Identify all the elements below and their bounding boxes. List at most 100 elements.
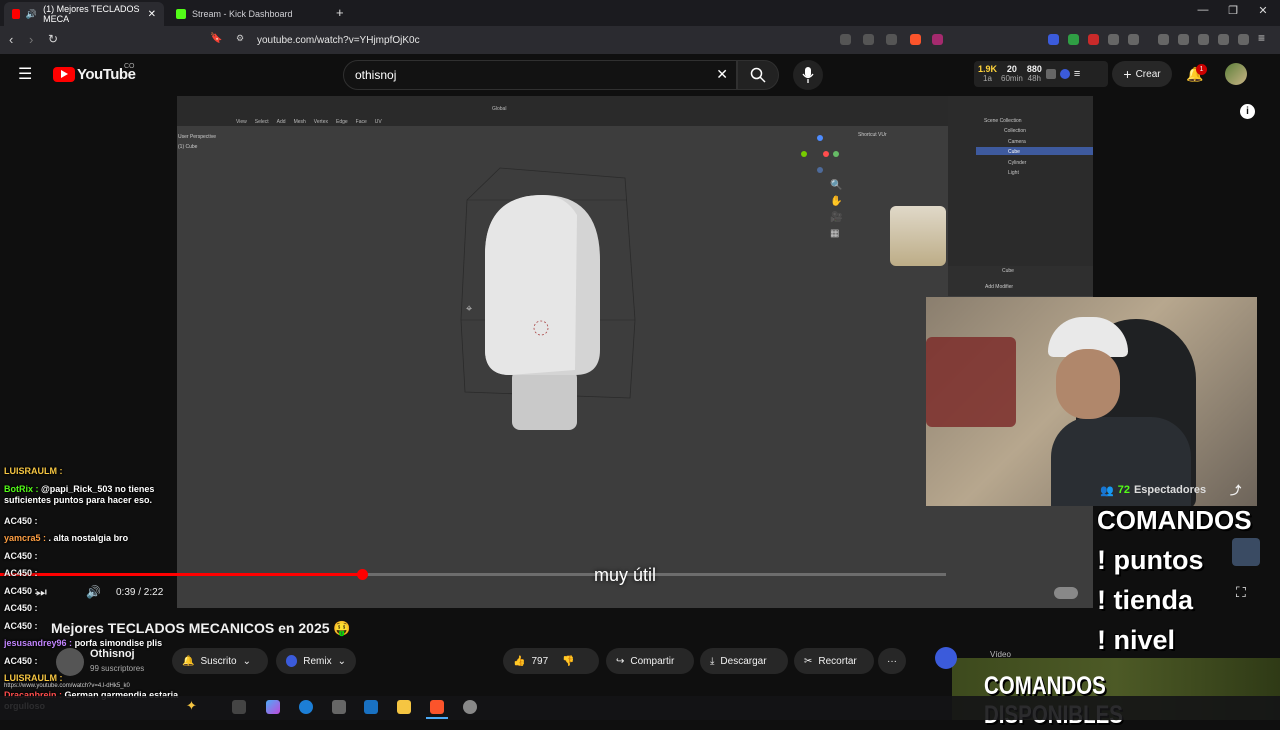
edge-icon[interactable] <box>299 700 313 714</box>
extension-badge-icon[interactable] <box>935 647 957 669</box>
brave-rewards-icon[interactable] <box>932 34 943 45</box>
download-button[interactable]: ⤓ Descargar <box>700 648 788 674</box>
video-title-text: Mejores TECLADOS MECANICOS en 2025 <box>51 620 330 636</box>
plus-icon: + <box>1123 66 1132 82</box>
notification-badge: 1 <box>1196 64 1207 75</box>
copilot-sparkle-icon[interactable]: ✦ <box>186 698 197 714</box>
leo-ai-icon[interactable] <box>1218 34 1229 45</box>
restore-icon[interactable]: ❐ <box>1218 4 1248 17</box>
minimize-icon[interactable]: — <box>1188 4 1218 16</box>
youtube-logo-icon[interactable] <box>53 67 75 82</box>
download-icon: ⤓ <box>710 655 715 667</box>
share-page-icon[interactable] <box>886 34 897 45</box>
cast-icon[interactable] <box>840 34 851 45</box>
url-field[interactable]: youtube.com/watch?v=YHjmpfOjK0c <box>257 30 857 50</box>
bookmark-icon[interactable]: 🔖 <box>210 33 222 44</box>
fullscreen-icon[interactable]: ⛶ <box>1236 584 1246 601</box>
tab-label: Stream - Kick Dashboard <box>192 9 293 19</box>
task-view-icon[interactable] <box>232 700 246 714</box>
clear-search-icon[interactable]: ✕ <box>716 66 728 83</box>
brave-icon[interactable] <box>430 700 444 714</box>
outlook-icon[interactable] <box>364 700 378 714</box>
share-icon[interactable]: ⤴ <box>1230 482 1241 498</box>
wallet-icon[interactable] <box>1198 34 1209 45</box>
search-input[interactable]: othisnoj ✕ <box>343 60 737 90</box>
share-button[interactable]: ↪ Compartir <box>606 648 694 674</box>
subscribed-button[interactable]: 🔔 Suscrito ⌄ <box>172 648 268 674</box>
info-icon[interactable]: i <box>1240 104 1255 119</box>
autoplay-toggle[interactable] <box>1054 587 1078 599</box>
chat-user: AC450 : <box>4 568 38 578</box>
brave-shield-icon[interactable] <box>910 34 921 45</box>
search-button[interactable] <box>737 60 779 90</box>
tab-video[interactable]: Vídeo <box>990 650 1011 659</box>
store-icon[interactable] <box>332 700 346 714</box>
close-tab-icon[interactable]: ✕ <box>148 9 156 20</box>
country-code: CO <box>124 63 135 70</box>
navigation-gizmo-icon[interactable] <box>800 132 842 176</box>
menu-icon[interactable]: ≡ <box>1074 68 1080 80</box>
browser-tab-youtube[interactable]: 🔊 (1) Mejores TECLADOS MECA ✕ <box>4 2 164 26</box>
chat-message: yamcra5 : . alta nostalgia bro <box>4 533 128 544</box>
channel-name[interactable]: Othisnoj <box>90 648 135 660</box>
viewport-tools[interactable]: 🔍 ✋ 🎥 ▦ <box>830 178 842 242</box>
outliner-selected-row <box>976 147 1093 155</box>
outliner-item: Cube <box>1008 149 1020 155</box>
extension-icon[interactable] <box>1045 69 1056 79</box>
back-icon[interactable]: ‹ <box>9 32 13 47</box>
cursor-crosshair-icon: ⌖ <box>466 303 473 315</box>
vpn-icon[interactable] <box>1238 34 1249 45</box>
zoom-icon[interactable] <box>863 34 874 45</box>
clip-button[interactable]: ✂ Recortar <box>794 648 874 674</box>
chat-user: yamcra5 : <box>4 533 47 543</box>
guide-menu-icon[interactable]: ☰ <box>18 64 32 84</box>
extension-icon[interactable] <box>1108 34 1119 45</box>
hand-icon[interactable]: ✋ <box>830 194 842 210</box>
extension-icon[interactable] <box>1048 34 1059 45</box>
like-icon[interactable]: 👍 <box>513 656 525 667</box>
extension-icon[interactable] <box>1128 34 1139 45</box>
like-dislike-group[interactable]: 👍 797 👎 <box>503 648 599 674</box>
dislike-icon[interactable]: 👎 <box>562 656 574 667</box>
menu-icon[interactable]: ≡ <box>1258 31 1265 45</box>
blender-viewport-label: User Perspective <box>178 134 217 140</box>
channel-avatar[interactable] <box>56 648 84 676</box>
remix-button[interactable]: Remix ⌄ <box>276 648 356 674</box>
volume-icon[interactable]: 🔊 <box>86 585 101 599</box>
download-label: Descargar <box>720 655 767 667</box>
extension-icon[interactable] <box>1068 34 1079 45</box>
voice-search-button[interactable] <box>793 60 823 90</box>
camera-icon[interactable]: 🎥 <box>830 210 842 226</box>
avatar[interactable] <box>1225 63 1247 85</box>
zoom-icon[interactable]: 🔍 <box>830 178 842 194</box>
blender-object-label: (1) Cube <box>178 144 198 150</box>
more-actions-button[interactable]: ··· <box>878 648 906 674</box>
site-info-icon[interactable]: ⚙ <box>236 33 244 44</box>
file-explorer-icon[interactable] <box>397 700 411 714</box>
outliner-item: Scene Collection <box>984 118 1022 124</box>
create-button[interactable]: + Crear <box>1112 61 1172 87</box>
media-icon[interactable] <box>1158 34 1169 45</box>
close-window-icon[interactable]: ✕ <box>1248 4 1278 17</box>
copilot-icon[interactable] <box>266 700 280 714</box>
chat-message: LUISRAULM : <box>4 466 63 477</box>
grid-icon[interactable]: ▦ <box>830 226 842 242</box>
progress-bar-fill <box>0 573 361 576</box>
new-tab-button[interactable]: + <box>336 5 344 20</box>
sidebar-icon[interactable] <box>1178 34 1189 45</box>
forward-icon[interactable]: › <box>29 32 33 47</box>
microphone-icon <box>802 67 814 83</box>
stat-value: 880 <box>1026 64 1042 74</box>
chevron-down-icon: ⌄ <box>337 655 346 667</box>
progress-scrubber[interactable] <box>357 569 368 580</box>
stat-value: 1.9K <box>978 64 998 74</box>
blender-menu-item: Edge <box>335 119 348 125</box>
obs-icon[interactable] <box>463 700 477 714</box>
channel-stats-extension[interactable]: 1.9K 1a 20 60min 880 48h ≡ <box>974 61 1108 87</box>
extension-icon[interactable] <box>1088 34 1099 45</box>
extension-icon[interactable] <box>1059 69 1070 79</box>
chat-message: AC450 : <box>4 516 38 527</box>
browser-tab-kick[interactable]: Stream - Kick Dashboard <box>168 2 328 26</box>
reload-icon[interactable]: ↻ <box>48 32 58 46</box>
subscribed-label: Suscrito <box>200 655 237 667</box>
